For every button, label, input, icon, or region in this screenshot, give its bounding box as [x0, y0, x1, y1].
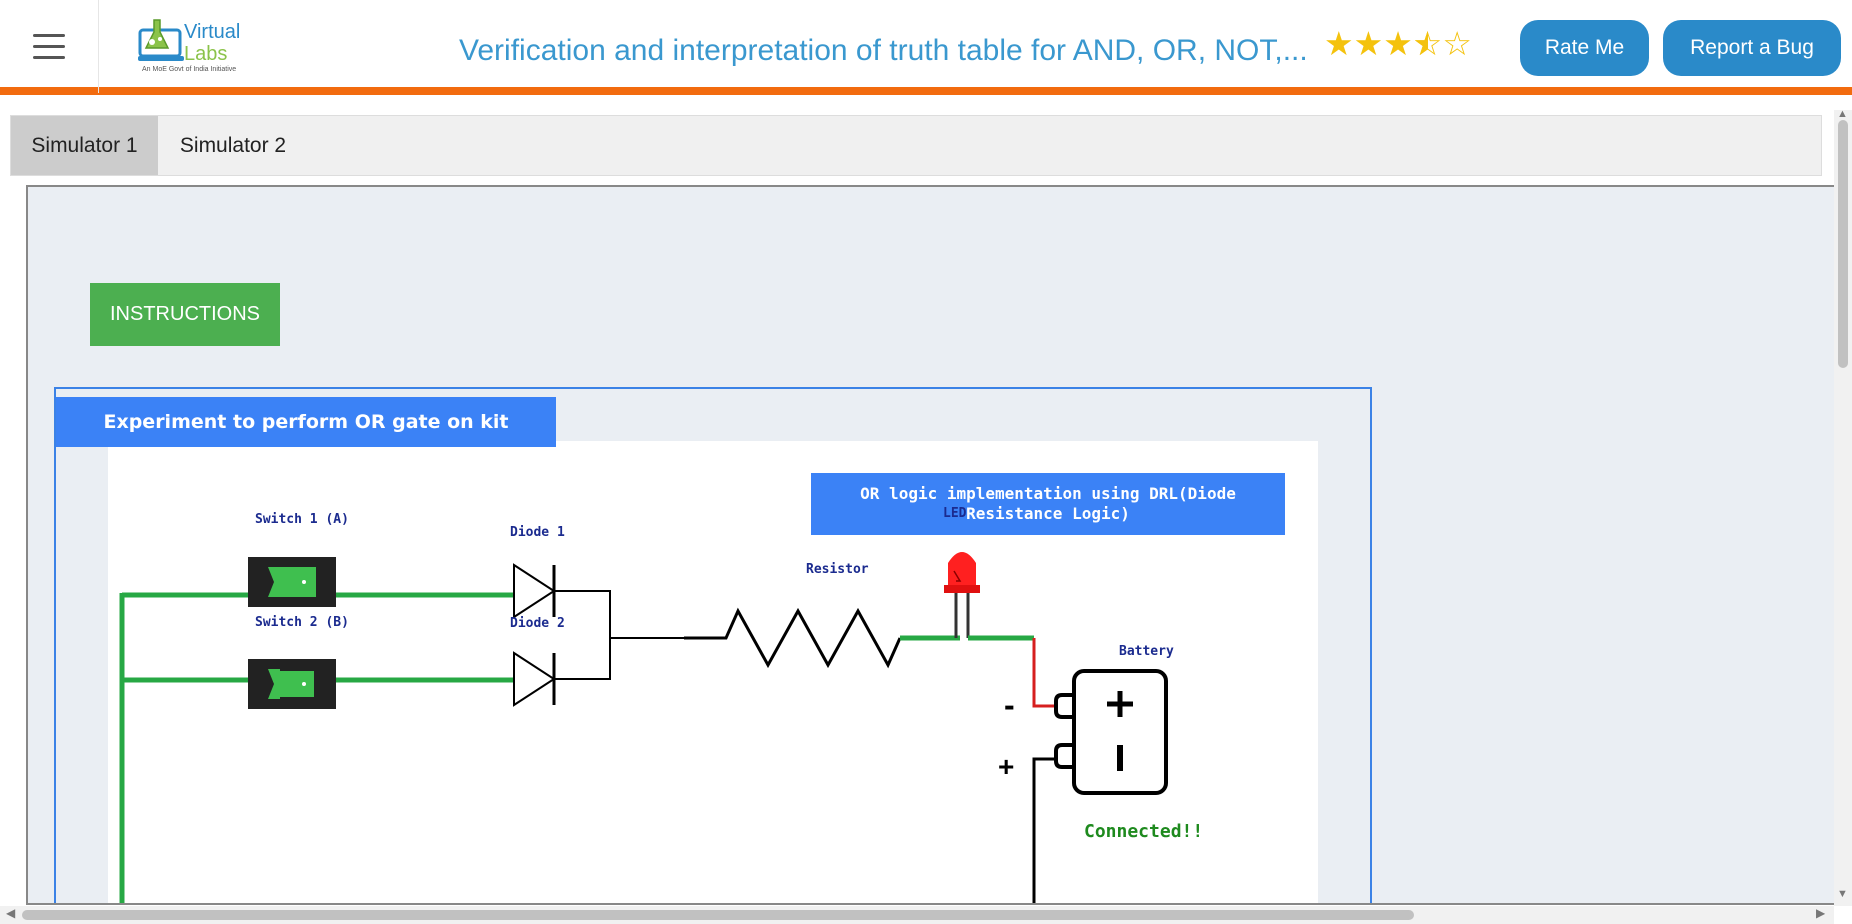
- simulator-tab-bar: Simulator 1 Simulator 2: [10, 115, 1822, 176]
- scroll-up-arrow-icon[interactable]: ▲: [1837, 108, 1848, 120]
- battery-label: Battery: [1119, 644, 1174, 659]
- experiment-title: Experiment to perform OR gate on kit: [56, 397, 556, 447]
- switch-2-label: Switch 2 (B): [255, 615, 349, 630]
- scroll-left-arrow-icon[interactable]: ◀: [6, 906, 15, 920]
- scroll-down-arrow-icon[interactable]: ▼: [1837, 888, 1848, 900]
- hamburger-menu-icon[interactable]: [0, 0, 99, 93]
- horizontal-scroll-thumb[interactable]: [22, 910, 1414, 920]
- star-full-icon[interactable]: ★: [1383, 25, 1413, 62]
- tab-simulator-1[interactable]: Simulator 1: [11, 116, 158, 175]
- led-label: LED: [943, 506, 967, 521]
- report-bug-button[interactable]: Report a Bug: [1663, 20, 1841, 76]
- diode-2-label: Diode 2: [510, 616, 565, 631]
- wire-battery-plus: [1032, 757, 1056, 903]
- logo-subtext: An MoE Govt of India Initiative: [142, 66, 237, 73]
- battery-plus-label: +: [998, 751, 1015, 782]
- battery: [1054, 669, 1168, 795]
- diode-2: [513, 651, 556, 707]
- battery-minus-label: -: [1004, 687, 1015, 723]
- diode-1-label: Diode 1: [510, 525, 565, 540]
- star-empty-icon[interactable]: ☆: [1442, 25, 1472, 62]
- diode-1: [513, 563, 556, 619]
- tab-simulator-2[interactable]: Simulator 2: [158, 116, 308, 175]
- vertical-scroll-thumb[interactable]: [1838, 120, 1848, 368]
- led: [944, 552, 980, 638]
- star-half-icon[interactable]: ☆★: [1413, 24, 1443, 63]
- star-full-icon[interactable]: ★: [1324, 25, 1354, 62]
- experiment-panel: OR logic implementation using DRL(Diode …: [54, 387, 1372, 903]
- switch-1[interactable]: [248, 557, 336, 607]
- switch-1-label: Switch 1 (A): [255, 512, 349, 527]
- connection-status: Connected!!: [1084, 821, 1204, 842]
- horizontal-scrollbar[interactable]: [0, 906, 1834, 924]
- logo-text-labs: Labs: [184, 43, 227, 65]
- scroll-right-arrow-icon[interactable]: ▶: [1816, 906, 1825, 920]
- resistor-label: Resistor: [806, 562, 869, 577]
- top-bar: Virtual Labs An MoE Govt of India Initia…: [0, 0, 1852, 95]
- resistor: [684, 607, 902, 669]
- instructions-button[interactable]: INSTRUCTIONS: [90, 283, 280, 346]
- vertical-scrollbar[interactable]: [1834, 110, 1852, 906]
- circuit-canvas: OR logic implementation using DRL(Diode …: [108, 441, 1318, 903]
- diode-merge-wire: [554, 590, 611, 680]
- logo-text-virtual: Virtual: [184, 21, 240, 43]
- rate-me-button[interactable]: Rate Me: [1520, 20, 1649, 76]
- wire-battery-minus: [1032, 638, 1056, 708]
- page-title: Verification and interpretation of truth…: [459, 34, 1308, 67]
- simulator-frame: INSTRUCTIONS OR logic implementation usi…: [26, 185, 1834, 905]
- star-full-icon[interactable]: ★: [1354, 25, 1384, 62]
- switch-2[interactable]: [248, 659, 336, 709]
- rating-stars[interactable]: ★★★☆★☆: [1324, 24, 1472, 63]
